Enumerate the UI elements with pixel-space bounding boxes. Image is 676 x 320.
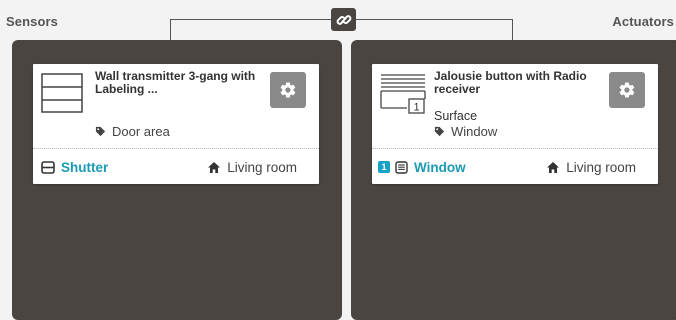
blind-icon xyxy=(395,160,408,174)
device-location: Window xyxy=(434,124,497,139)
tag-icon xyxy=(434,126,445,137)
device-title: Wall transmitter 3-gang with Labeling ..… xyxy=(95,69,256,96)
channel-name[interactable]: Window xyxy=(414,160,466,175)
sensors-panel: Wall transmitter 3-gang with Labeling ..… xyxy=(12,40,342,320)
link-button[interactable] xyxy=(331,8,356,31)
device-location: Door area xyxy=(95,124,170,139)
room-label: Living room xyxy=(227,160,297,175)
wall-transmitter-icon xyxy=(41,73,83,113)
sensors-heading: Sensors xyxy=(6,14,59,29)
location-label: Window xyxy=(451,124,498,139)
gear-icon xyxy=(619,82,635,98)
shutter-icon xyxy=(41,160,55,174)
link-icon xyxy=(336,14,351,25)
sensor-device-card[interactable]: Wall transmitter 3-gang with Labeling ..… xyxy=(33,64,319,184)
channel-row[interactable]: Shutter Living room xyxy=(33,150,319,184)
room-info: Living room xyxy=(547,160,636,175)
gear-icon xyxy=(280,82,296,98)
home-icon xyxy=(208,162,221,173)
channel-number-badge: 1 xyxy=(378,161,390,173)
card-divider xyxy=(372,148,658,149)
tag-icon xyxy=(95,126,106,137)
connector-line-left-vertical xyxy=(170,19,171,40)
location-label: Door area xyxy=(112,124,170,139)
connector-line-right-vertical xyxy=(512,19,513,40)
channel-name[interactable]: Shutter xyxy=(61,160,108,175)
jalousie-device-icon: 1 xyxy=(380,74,426,114)
actuator-device-card[interactable]: 1 Jalousie button with Radio receiver Su… xyxy=(372,64,658,184)
device-badge: 1 xyxy=(413,102,419,114)
home-icon xyxy=(547,162,560,173)
actuators-heading: Actuators xyxy=(612,14,674,29)
device-subtitle: Surface xyxy=(434,109,478,123)
room-info: Living room xyxy=(208,160,297,175)
device-settings-button[interactable] xyxy=(609,72,645,108)
device-title: Jalousie button with Radio receiver xyxy=(434,69,587,96)
room-label: Living room xyxy=(566,160,636,175)
channel-row[interactable]: 1 Window Living room xyxy=(372,150,658,184)
actuators-panel: 1 Jalousie button with Radio receiver Su… xyxy=(351,40,676,320)
device-settings-button[interactable] xyxy=(270,72,306,108)
card-divider xyxy=(33,148,319,149)
